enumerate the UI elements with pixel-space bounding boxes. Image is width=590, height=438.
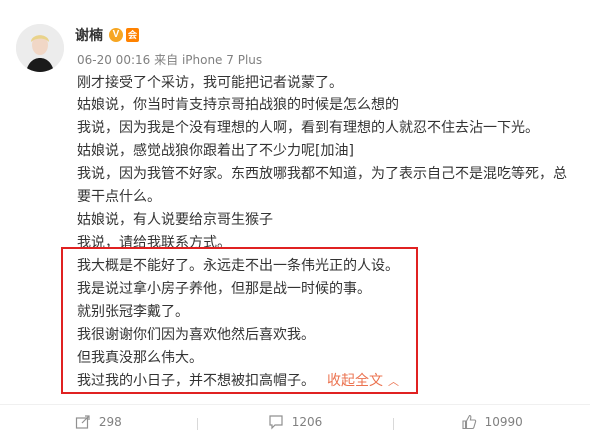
post-text-line: 我说，因为我是个没有理想的人啊，看到有理想的人就忍不住去沾一下光。 [77, 120, 539, 136]
post-source-device[interactable]: iPhone 7 Plus [182, 53, 262, 67]
verified-icon: V [109, 28, 123, 42]
post-text-line: 刚才接受了个采访，我可能把记者说蒙了。 [77, 75, 343, 91]
comment-icon [269, 414, 283, 429]
post-meta: 06-20 00:16 来自 iPhone 7 Plus [77, 51, 262, 68]
comment-count: 1206 [291, 414, 323, 429]
author-name-row: 谢楠 V 会 [75, 25, 140, 45]
post-text-line: 要干点什么。 [77, 189, 161, 205]
share-icon [75, 414, 90, 429]
share-button[interactable]: 298 [0, 414, 197, 430]
like-count: 10990 [484, 414, 523, 429]
action-bar: 298 1206 10990 [0, 404, 590, 438]
author-avatar[interactable] [16, 24, 64, 72]
post-source-prefix: 来自 [154, 53, 179, 67]
post-text-line: 姑娘说，你当时肯支持京哥拍战狼的时候是怎么想的 [77, 97, 399, 113]
post-text-line: 姑娘说，感觉战狼你跟着出了不少力呢[加油] [77, 143, 354, 159]
post-time[interactable]: 06-20 00:16 [77, 53, 150, 67]
comment-button[interactable]: 1206 [196, 414, 394, 430]
post-text-line: 我说，因为我管不好家。东西放哪我都不知道，为了表示自己不是混吃等死，总 [77, 166, 567, 182]
author-name[interactable]: 谢楠 [75, 25, 103, 45]
like-button[interactable]: 10990 [393, 414, 590, 430]
post-text-line: 姑娘说，有人说要给京哥生猴子 [77, 212, 273, 228]
highlight-box [61, 247, 418, 394]
share-count: 298 [98, 414, 122, 429]
member-badge-icon: 会 [126, 28, 140, 42]
like-icon [462, 414, 476, 429]
